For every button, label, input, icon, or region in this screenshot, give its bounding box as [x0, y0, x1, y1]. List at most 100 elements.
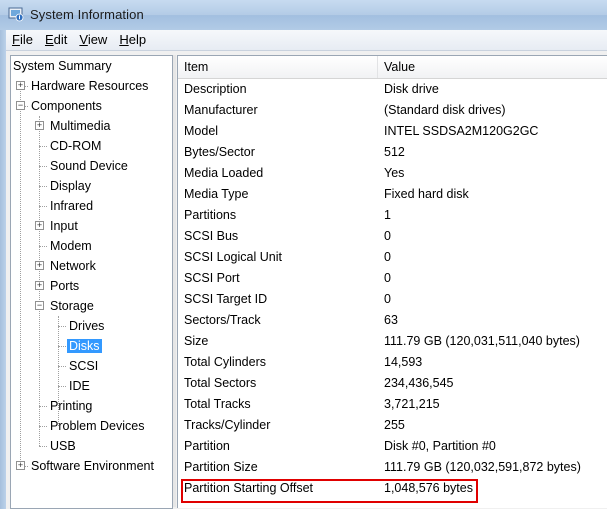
tree-item-problem-devices[interactable]: Problem Devices	[48, 416, 146, 436]
table-row[interactable]: SCSI Port 0	[178, 268, 607, 289]
tree-line	[39, 146, 47, 147]
row-item: Partitions	[184, 208, 237, 222]
row-value: 512	[384, 145, 405, 159]
table-row[interactable]: SCSI Target ID 0	[178, 289, 607, 310]
tree-item-ports[interactable]: Ports	[48, 276, 81, 296]
expand-icon[interactable]: +	[16, 81, 25, 90]
highlight-box	[181, 479, 478, 503]
tree-item-cd-rom[interactable]: CD-ROM	[48, 136, 103, 156]
details-list: Item Value Description Disk drive Manufact…	[177, 55, 607, 508]
table-row[interactable]: Size 111.79 GB (120,031,511,040 bytes)	[178, 331, 607, 352]
row-value: 111.79 GB (120,032,591,872 bytes)	[384, 460, 581, 474]
tree-item-drives[interactable]: Drives	[67, 316, 106, 336]
collapse-icon[interactable]: −	[16, 101, 25, 110]
tree-item-display[interactable]: Display	[48, 176, 93, 196]
expand-icon[interactable]: +	[35, 121, 44, 130]
table-row[interactable]: Partitions 1	[178, 205, 607, 226]
menu-edit[interactable]: Edit	[39, 30, 73, 50]
row-value: 14,593	[384, 355, 423, 369]
row-value: 1	[384, 208, 391, 222]
system-information-window: System Information File Edit View Help S…	[0, 0, 607, 509]
table-row[interactable]: Tracks/Cylinder 255	[178, 415, 607, 436]
tree-item-components[interactable]: Components	[29, 96, 104, 116]
tree-item-ide[interactable]: IDE	[67, 376, 92, 396]
row-item: Partition	[184, 439, 230, 453]
tree-item-disks[interactable]: Disks	[67, 336, 102, 356]
tree-line	[58, 346, 66, 347]
row-item: Bytes/Sector	[184, 145, 255, 159]
menu-view[interactable]: View	[73, 30, 113, 50]
row-item: Manufacturer	[184, 103, 258, 117]
table-row[interactable]: Manufacturer (Standard disk drives)	[178, 100, 607, 121]
tree-item-sound-device[interactable]: Sound Device	[48, 156, 130, 176]
collapse-icon[interactable]: −	[35, 301, 44, 310]
tree-item-printing[interactable]: Printing	[48, 396, 94, 416]
table-row[interactable]: Partition Disk #0, Partition #0	[178, 436, 607, 457]
table-row[interactable]: SCSI Bus 0	[178, 226, 607, 247]
tree-item-infrared[interactable]: Infrared	[48, 196, 95, 216]
row-value: INTEL SSDSA2M120G2GC	[384, 124, 539, 138]
table-row[interactable]: SCSI Logical Unit 0	[178, 247, 607, 268]
tree-line	[58, 386, 66, 387]
row-item: SCSI Logical Unit	[184, 250, 282, 264]
client-area: System Summary + Hardware Resources − Co…	[6, 51, 607, 509]
table-row[interactable]: Model INTEL SSDSA2M120G2GC	[178, 121, 607, 142]
expand-icon[interactable]: +	[16, 461, 25, 470]
window-title: System Information	[30, 7, 144, 22]
expand-icon[interactable]: +	[35, 281, 44, 290]
row-value: 0	[384, 229, 391, 243]
row-value: (Standard disk drives)	[384, 103, 506, 117]
row-value: 0	[384, 250, 391, 264]
tree-line	[58, 366, 66, 367]
column-header-item[interactable]: Item	[178, 56, 378, 78]
table-row[interactable]: Total Sectors 234,436,545	[178, 373, 607, 394]
row-value: Yes	[384, 166, 405, 180]
list-rows: Description Disk drive Manufacturer (Standa…	[178, 79, 607, 499]
table-row[interactable]: Description Disk drive	[178, 79, 607, 100]
table-row[interactable]: Total Cylinders 14,593	[178, 352, 607, 373]
row-value: 234,436,545	[384, 376, 454, 390]
tree-line	[39, 206, 47, 207]
tree-line	[58, 326, 66, 327]
row-item: SCSI Target ID	[184, 292, 268, 306]
row-item: Total Sectors	[184, 376, 257, 390]
row-item: Total Tracks	[184, 397, 251, 411]
menu-help[interactable]: Help	[113, 30, 152, 50]
tree-item-storage[interactable]: Storage	[48, 296, 96, 316]
table-row[interactable]: Media Loaded Yes	[178, 163, 607, 184]
expand-icon[interactable]: +	[35, 261, 44, 270]
table-row[interactable]: Partition Size 111.79 GB (120,032,591,872…	[178, 457, 607, 478]
table-row[interactable]: Total Tracks 3,721,215	[178, 394, 607, 415]
list-header: Item Value	[178, 56, 607, 79]
tree-item-network[interactable]: Network	[48, 256, 98, 276]
tree-line	[39, 406, 47, 407]
row-item: Partition Size	[184, 460, 258, 474]
table-row[interactable]: Bytes/Sector 512	[178, 142, 607, 163]
category-tree[interactable]: System Summary + Hardware Resources − Co…	[10, 55, 173, 509]
row-value: Fixed hard disk	[384, 187, 469, 201]
row-item: Model	[184, 124, 219, 138]
tree-item-usb[interactable]: USB	[48, 436, 78, 456]
tree-item-multimedia[interactable]: Multimedia	[48, 116, 112, 136]
expand-icon[interactable]: +	[35, 221, 44, 230]
tree-item-scsi[interactable]: SCSI	[67, 356, 100, 376]
table-row[interactable]: Media Type Fixed hard disk	[178, 184, 607, 205]
tree-item-system-summary[interactable]: System Summary	[11, 56, 114, 76]
tree-line	[39, 426, 47, 427]
row-value: Disk #0, Partition #0	[384, 439, 496, 453]
menu-file[interactable]: File	[6, 30, 39, 50]
tree-item-input[interactable]: Input	[48, 216, 80, 236]
row-item: Media Type	[184, 187, 249, 201]
row-item: Tracks/Cylinder	[184, 418, 271, 432]
tree-item-modem[interactable]: Modem	[48, 236, 94, 256]
title-bar[interactable]: System Information	[0, 0, 607, 30]
row-value: 63	[384, 313, 398, 327]
tree-item-hardware-resources[interactable]: Hardware Resources	[29, 76, 150, 96]
table-row[interactable]: Sectors/Track 63	[178, 310, 607, 331]
tree-item-software-environment[interactable]: Software Environment	[29, 456, 156, 476]
row-item: Sectors/Track	[184, 313, 261, 327]
row-item: Media Loaded	[184, 166, 264, 180]
row-value: 255	[384, 418, 405, 432]
column-header-value[interactable]: Value	[378, 56, 607, 78]
pane-splitter[interactable]	[173, 55, 176, 507]
